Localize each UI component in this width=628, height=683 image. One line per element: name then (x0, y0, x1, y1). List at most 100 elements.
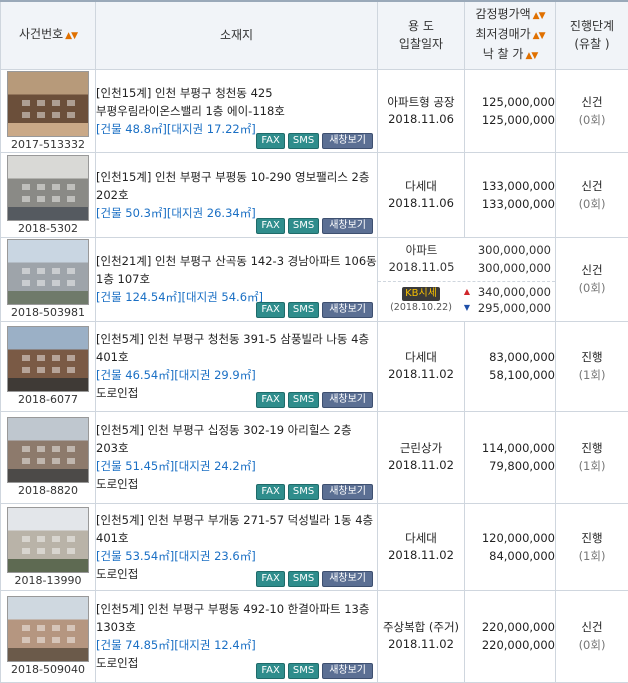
photo-window-shape (37, 536, 45, 542)
case-number[interactable]: 2017-513332 (1, 139, 95, 151)
property-photo[interactable] (7, 155, 89, 221)
bid-date: 2018.11.02 (378, 547, 464, 564)
photo-cell[interactable]: 2018-509040 (1, 590, 96, 682)
photo-window-shape (67, 268, 75, 274)
photo-window-shape (67, 100, 75, 106)
table-row[interactable]: 2018-13990 [인천5계] 인천 부평구 부개동 271-57 덕성빌라… (1, 503, 628, 590)
fax-button[interactable]: FAX (256, 663, 285, 679)
property-photo[interactable] (7, 71, 89, 137)
case-number[interactable]: 2018-5302 (1, 223, 95, 235)
sms-button[interactable]: SMS (288, 571, 319, 587)
new-window-button[interactable]: 새창보기 (322, 133, 373, 149)
fax-button[interactable]: FAX (256, 302, 285, 318)
case-number[interactable]: 2018-6077 (1, 394, 95, 406)
location-cell: [인천21계] 인천 부평구 산곡동 142-3 경남아파트 106동 1층 1… (96, 237, 378, 321)
property-address[interactable]: [인천15계] 인천 부평구 청천동 425 부평우림라이온스밸리 1층 에이-… (96, 84, 377, 120)
case-number[interactable]: 2018-503981 (1, 307, 95, 319)
table-row[interactable]: 2018-503981 [인천21계] 인천 부평구 산곡동 142-3 경남아… (1, 237, 628, 321)
photo-window-shape (67, 458, 75, 464)
new-window-button[interactable]: 새창보기 (322, 218, 373, 234)
photo-window-shape (67, 625, 75, 631)
table-row[interactable]: 2018-6077 [인천5계] 인천 부평구 청천동 391-5 삼풍빌라 나… (1, 321, 628, 411)
case-number[interactable]: 2018-13990 (1, 575, 95, 587)
table-row[interactable]: 2017-513332 [인천15계] 인천 부평구 청천동 425 부평우림라… (1, 69, 628, 152)
action-buttons: FAX SMS 새창보기 (256, 302, 373, 318)
status-cell: 신건 (0회) (556, 590, 628, 682)
fax-button[interactable]: FAX (256, 484, 285, 500)
photo-cell[interactable]: 2017-513332 (1, 69, 96, 152)
photo-window-shape (22, 548, 30, 554)
photo-window-shape (37, 184, 45, 190)
property-address[interactable]: [인천5계] 인천 부평구 부개동 271-57 덕성빌라 1동 4층 401호 (96, 511, 377, 547)
table-row[interactable]: 2018-5302 [인천15계] 인천 부평구 부평동 10-290 영보팰리… (1, 152, 628, 237)
property-use: 다세대 (378, 178, 464, 195)
new-window-button[interactable]: 새창보기 (322, 302, 373, 318)
sms-button[interactable]: SMS (288, 302, 319, 318)
sort-icon[interactable]: ▲▼ (533, 31, 545, 41)
property-photo[interactable] (7, 596, 89, 662)
header-case-no[interactable]: 사건번호▲▼ (1, 1, 96, 69)
property-photo[interactable] (7, 507, 89, 573)
photo-window-shape (52, 625, 60, 631)
property-address[interactable]: [인천15계] 인천 부평구 부평동 10-290 영보팰리스 2층 202호 (96, 168, 377, 204)
price-block: 300,000,000300,000,000 (465, 241, 555, 277)
photo-window-shape (52, 458, 60, 464)
sms-button[interactable]: SMS (288, 663, 319, 679)
photo-window-shape (22, 536, 30, 542)
photo-cell[interactable]: 2018-6077 (1, 321, 96, 411)
sort-icon[interactable]: ▲▼ (533, 11, 545, 21)
photo-cell[interactable]: 2018-503981 (1, 237, 96, 321)
minimum-price: 79,800,000 (465, 457, 555, 475)
property-address[interactable]: [인천5계] 인천 부평구 부평동 492-10 한결아파트 13층 1303호 (96, 600, 377, 636)
fax-button[interactable]: FAX (256, 571, 285, 587)
case-number[interactable]: 2018-509040 (1, 664, 95, 676)
sort-icon[interactable]: ▲▼ (525, 51, 537, 61)
use-cell: 주상복합 (주거) 2018.11.02 (378, 590, 465, 682)
sms-button[interactable]: SMS (288, 218, 319, 234)
sms-button[interactable]: SMS (288, 133, 319, 149)
fax-button[interactable]: FAX (256, 392, 285, 408)
photo-window-shape (37, 280, 45, 286)
property-photo[interactable] (7, 417, 89, 483)
bid-date: 2018.11.02 (378, 366, 464, 383)
action-buttons: FAX SMS 새창보기 (256, 218, 373, 234)
photo-cell[interactable]: 2018-8820 (1, 411, 96, 503)
property-address[interactable]: [인천5계] 인천 부평구 청천동 391-5 삼풍빌라 나동 4층 401호 (96, 330, 377, 366)
action-buttons: FAX SMS 새창보기 (256, 484, 373, 500)
photo-window-shape (37, 355, 45, 361)
new-window-button[interactable]: 새창보기 (322, 484, 373, 500)
action-buttons: FAX SMS 새창보기 (256, 663, 373, 679)
property-photo[interactable] (7, 239, 89, 305)
sms-button[interactable]: SMS (288, 392, 319, 408)
case-number[interactable]: 2018-8820 (1, 485, 95, 497)
status-badge: 신건 (556, 261, 628, 279)
new-window-button[interactable]: 새창보기 (322, 663, 373, 679)
price-cell: 133,000,000 133,000,000 (465, 152, 556, 237)
fax-button[interactable]: FAX (256, 218, 285, 234)
price-cell: 120,000,000 84,000,000 (465, 503, 556, 590)
new-window-button[interactable]: 새창보기 (322, 392, 373, 408)
fax-button[interactable]: FAX (256, 133, 285, 149)
header-prices[interactable]: 감정평가액▲▼ 최저경매가▲▼ 낙 찰 가▲▼ (465, 1, 556, 69)
table-row[interactable]: 2018-509040 [인천5계] 인천 부평구 부평동 492-10 한결아… (1, 590, 628, 682)
sort-icon[interactable]: ▲▼ (65, 31, 77, 41)
photo-window-shape (52, 355, 60, 361)
photo-window-shape (52, 268, 60, 274)
table-header-row: 사건번호▲▼ 소재지 용 도 입찰일자 감정평가액▲▼ 최저경매가▲▼ 낙 찰 … (1, 1, 628, 69)
action-buttons: FAX SMS 새창보기 (256, 392, 373, 408)
bid-date: 2018.11.06 (378, 195, 464, 212)
kb-market-badge[interactable]: KB시세 (402, 287, 440, 301)
photo-cell[interactable]: 2018-5302 (1, 152, 96, 237)
table-row[interactable]: 2018-8820 [인천5계] 인천 부평구 십정동 302-19 아리힐스 … (1, 411, 628, 503)
fail-count: (1회) (556, 457, 628, 475)
property-address[interactable]: [인천5계] 인천 부평구 십정동 302-19 아리힐스 2층 203호 (96, 421, 377, 457)
photo-window-shape (67, 548, 75, 554)
new-window-button[interactable]: 새창보기 (322, 571, 373, 587)
bid-date: 2018.11.05 (378, 259, 465, 276)
sms-button[interactable]: SMS (288, 484, 319, 500)
property-photo[interactable] (7, 326, 89, 392)
market-date: (2018.10.22) (380, 301, 462, 314)
photo-cell[interactable]: 2018-13990 (1, 503, 96, 590)
property-address[interactable]: [인천21계] 인천 부평구 산곡동 142-3 경남아파트 106동 1층 1… (96, 252, 377, 288)
photo-window-shape (52, 112, 60, 118)
